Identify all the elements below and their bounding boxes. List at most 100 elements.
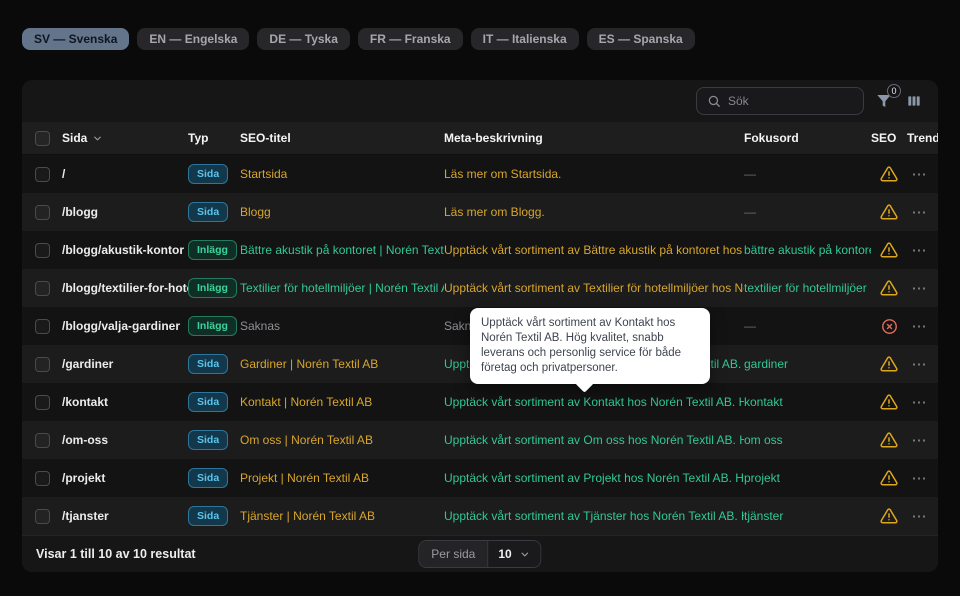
row-checkbox[interactable]: [35, 319, 50, 334]
row-checkbox[interactable]: [35, 471, 50, 486]
table-row[interactable]: /blogg/textilier-for-hotellInläggTextili…: [22, 269, 938, 307]
row-checkbox[interactable]: [35, 395, 50, 410]
table-row[interactable]: /kontaktSidaKontakt | Norén Textil ABUpp…: [22, 383, 938, 421]
seo-title: Gardiner | Norén Textil AB: [240, 357, 444, 371]
focus-keyword: tjänster: [744, 509, 871, 523]
column-header-sida-label: Sida: [62, 131, 87, 145]
type-badge: Inlägg: [188, 240, 237, 260]
row-actions-ellipsis-icon[interactable]: ⋯: [912, 167, 928, 182]
table-toolbar: 0: [22, 80, 938, 122]
per-page-value: 10: [498, 547, 511, 561]
focus-keyword: om oss: [744, 433, 871, 447]
column-header-sida[interactable]: Sida: [62, 131, 188, 145]
column-header-seo: SEO: [871, 131, 907, 145]
row-checkbox[interactable]: [35, 281, 50, 296]
search-input-wrapper[interactable]: [696, 87, 864, 115]
column-header-seo-titel: SEO-titel: [240, 131, 444, 145]
focus-keyword: projekt: [744, 471, 871, 485]
language-tab-es[interactable]: ES — Spanska: [587, 28, 695, 50]
per-page-select[interactable]: Per sida 10: [418, 540, 541, 568]
type-badge: Sida: [188, 506, 228, 526]
row-checkbox[interactable]: [35, 167, 50, 182]
page-path: /kontakt: [62, 395, 188, 409]
focus-keyword: kontakt: [744, 395, 871, 409]
column-header-meta: Meta-beskrivning: [444, 131, 744, 145]
seo-title: Om oss | Norén Textil AB: [240, 433, 444, 447]
language-tab-sv[interactable]: SV — Svenska: [22, 28, 129, 50]
chevron-down-icon: [520, 549, 531, 560]
focus-keyword: —: [744, 205, 871, 219]
focus-keyword: —: [744, 319, 871, 333]
meta-description[interactable]: Upptäck vårt sortiment av Bättre akustik…: [444, 243, 744, 257]
row-checkbox[interactable]: [35, 243, 50, 258]
page-path: /gardiner: [62, 357, 188, 371]
type-badge: Sida: [188, 354, 228, 374]
columns-icon: [906, 93, 922, 109]
seo-warning-icon[interactable]: [880, 393, 898, 411]
seo-title: Bättre akustik på kontoret | Norén Texti…: [240, 243, 444, 257]
row-actions-ellipsis-icon[interactable]: ⋯: [912, 319, 928, 334]
search-input[interactable]: [728, 94, 853, 108]
meta-description[interactable]: Upptäck vårt sortiment av Projekt hos No…: [444, 471, 744, 485]
table-row[interactable]: /bloggSida BloggLäs mer om Blogg.— ⋯: [22, 193, 938, 231]
row-actions-ellipsis-icon[interactable]: ⋯: [912, 205, 928, 220]
language-tab-en[interactable]: EN — Engelska: [137, 28, 249, 50]
seo-warning-icon[interactable]: [880, 355, 898, 373]
filter-button[interactable]: 0: [874, 91, 894, 111]
row-checkbox[interactable]: [35, 509, 50, 524]
columns-button[interactable]: [904, 91, 924, 111]
table-row[interactable]: /tjansterSida Tjänster | Norén Textil ABU…: [22, 497, 938, 535]
focus-keyword: —: [744, 167, 871, 181]
seo-warning-icon[interactable]: [880, 241, 898, 259]
seo-title: Startsida: [240, 167, 444, 181]
row-actions-ellipsis-icon[interactable]: ⋯: [912, 395, 928, 410]
filter-count-badge: 0: [887, 84, 901, 98]
seo-warning-icon[interactable]: [880, 507, 898, 525]
meta-description[interactable]: Upptäck vårt sortiment av Om oss hos Nor…: [444, 433, 744, 447]
type-badge: Sida: [188, 468, 228, 488]
language-tab-de[interactable]: DE — Tyska: [257, 28, 349, 50]
table-row[interactable]: /om-ossSida Om oss | Norén Textil ABUpptä…: [22, 421, 938, 459]
focus-keyword: bättre akustik på kontoret: [744, 243, 871, 257]
type-badge: Sida: [188, 430, 228, 450]
seo-warning-icon[interactable]: [880, 431, 898, 449]
row-actions-ellipsis-icon[interactable]: ⋯: [912, 357, 928, 372]
column-header-trend: Trend: [907, 131, 938, 145]
row-checkbox[interactable]: [35, 357, 50, 372]
meta-description[interactable]: Upptäck vårt sortiment av Textilier för …: [444, 281, 744, 295]
row-actions-ellipsis-icon[interactable]: ⋯: [912, 471, 928, 486]
row-checkbox[interactable]: [35, 433, 50, 448]
meta-description[interactable]: Läs mer om Startsida.: [444, 167, 744, 181]
focus-keyword: textilier för hotellmiljöer: [744, 281, 871, 295]
seo-title: Projekt | Norén Textil AB: [240, 471, 444, 485]
table-row[interactable]: /projektSidaProjekt | Norén Textil ABUpp…: [22, 459, 938, 497]
seo-error-icon[interactable]: [881, 318, 898, 335]
page-path: /blogg: [62, 205, 188, 219]
seo-warning-icon[interactable]: [880, 279, 898, 297]
language-tab-fr[interactable]: FR — Franska: [358, 28, 463, 50]
focus-keyword: gardiner: [744, 357, 871, 371]
tooltip-text: Upptäck vårt sortiment av Kontakt hos No…: [481, 317, 681, 374]
column-header-typ: Typ: [188, 131, 240, 145]
page-path: /om-oss: [62, 433, 188, 447]
row-actions-ellipsis-icon[interactable]: ⋯: [912, 281, 928, 296]
seo-title: Blogg: [240, 205, 444, 219]
row-actions-ellipsis-icon[interactable]: ⋯: [912, 509, 928, 524]
meta-description[interactable]: Läs mer om Blogg.: [444, 205, 744, 219]
seo-warning-icon[interactable]: [880, 469, 898, 487]
select-all-checkbox[interactable]: [35, 131, 50, 146]
meta-description[interactable]: Upptäck vårt sortiment av Kontakt hos No…: [444, 395, 744, 409]
type-badge: Sida: [188, 202, 228, 222]
row-checkbox[interactable]: [35, 205, 50, 220]
table-row[interactable]: /blogg/akustik-kontorInläggBättre akusti…: [22, 231, 938, 269]
page-path: /tjanster: [62, 509, 188, 523]
seo-warning-icon[interactable]: [880, 203, 898, 221]
meta-description[interactable]: Upptäck vårt sortiment av Tjänster hos N…: [444, 509, 744, 523]
row-actions-ellipsis-icon[interactable]: ⋯: [912, 433, 928, 448]
row-actions-ellipsis-icon[interactable]: ⋯: [912, 243, 928, 258]
seo-title: Tjänster | Norén Textil AB: [240, 509, 444, 523]
language-tab-it[interactable]: IT — Italienska: [471, 28, 579, 50]
seo-warning-icon[interactable]: [880, 165, 898, 183]
table-footer: Visar 1 till 10 av 10 resultat Per sida …: [22, 535, 938, 572]
table-row[interactable]: /SidaStartsidaLäs mer om Startsida.—⋯: [22, 155, 938, 193]
